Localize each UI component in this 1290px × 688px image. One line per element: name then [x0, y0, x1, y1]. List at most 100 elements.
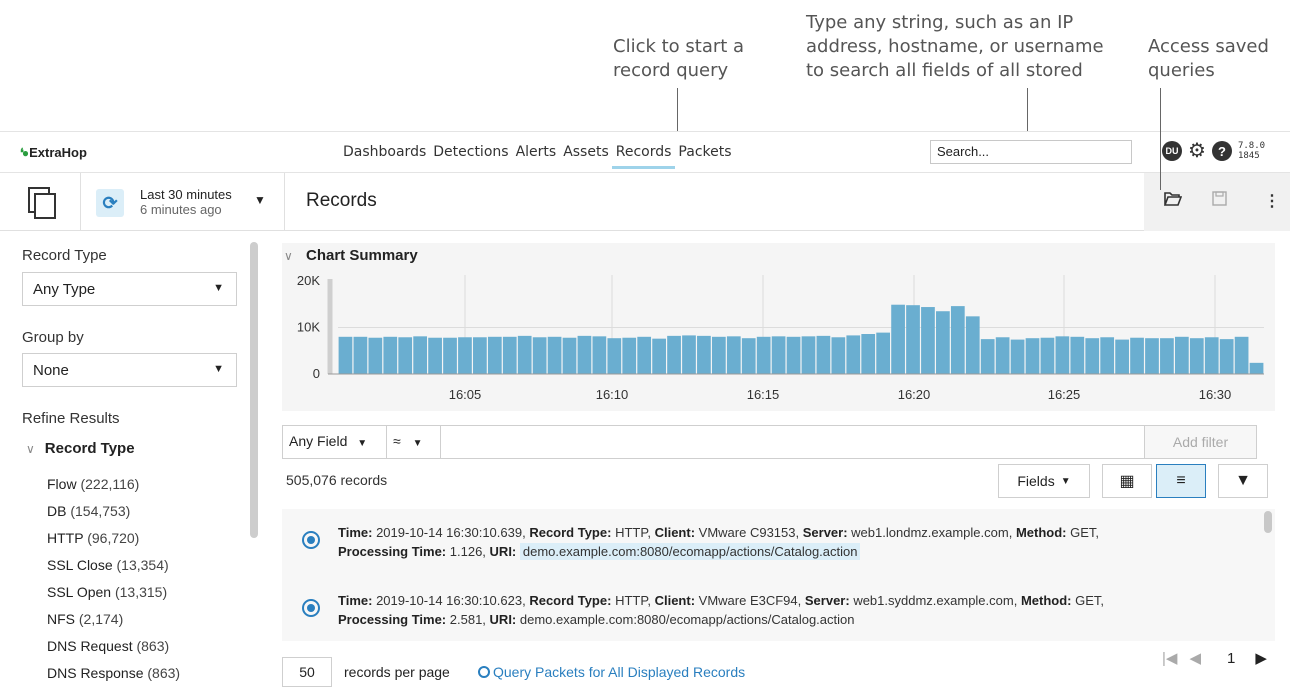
records-scrollbar[interactable] [1264, 511, 1272, 533]
version-label: 7.8.0 1845 [1238, 141, 1265, 161]
refine-record-type-header[interactable]: ∨ Record Type [26, 440, 135, 457]
list-item[interactable]: DNS Request (863) [47, 633, 180, 660]
refresh-icon[interactable]: ⟳ [96, 189, 124, 217]
chart-bar [562, 337, 577, 374]
table-view-icon[interactable]: ▦ [1102, 464, 1152, 498]
chart-bar [936, 311, 950, 374]
copy-page-icon[interactable] [28, 187, 56, 219]
field-label: URI: [489, 544, 517, 559]
field-label: Time: [338, 593, 373, 608]
chart-bar [517, 335, 532, 374]
list-view-icon[interactable]: ≡ [1156, 464, 1206, 498]
time-range-label[interactable]: Last 30 minutes [140, 187, 232, 202]
nav-records[interactable]: Records [611, 144, 676, 169]
chart-bar [861, 334, 876, 374]
chart-y-tick-label: 10K [297, 320, 320, 335]
uri-link[interactable]: demo.example.com:8080/ecomapp/actions/Ca… [519, 543, 861, 560]
chart-bar [741, 338, 756, 374]
fields-button[interactable]: Fields ▼ [998, 464, 1090, 498]
list-item[interactable]: NFS (2,174) [47, 606, 180, 633]
top-navigation: ❛● ExtraHop Dashboards Detections Alerts… [0, 131, 1290, 173]
list-item[interactable]: HTTP (96,720) [47, 525, 180, 552]
field-label: Client: [654, 593, 696, 608]
operator-select[interactable]: ≈ ▼ [387, 426, 441, 458]
field-value: VMware C93153, [698, 525, 800, 540]
more-menu-icon[interactable]: ⋮ [1264, 191, 1280, 211]
refine-results-label: Refine Results [22, 410, 120, 427]
records-list: Time: 2019-10-14 16:30:10.639, Record Ty… [282, 509, 1275, 641]
chart-y-tick-label: 20K [297, 273, 320, 288]
chart-bar [682, 335, 696, 374]
field-label: Method: [1015, 525, 1067, 540]
nav-dashboards[interactable]: Dashboards [343, 144, 426, 169]
pagination-bar: 50 records per page Query Packets for Al… [282, 641, 1275, 688]
chart-x-tick-label: 16:25 [1048, 387, 1081, 402]
chart-bar [428, 337, 442, 374]
refine-group-label: Record Type [44, 440, 135, 457]
uri-link[interactable]: demo.example.com:8080/ecomapp/actions/Ca… [520, 612, 855, 627]
add-filter-button[interactable]: Add filter [1144, 426, 1256, 458]
global-search-input[interactable]: Search... [930, 140, 1132, 164]
nav-icons: DU ⚙ ? 7.8.0 1845 [1162, 141, 1265, 161]
chart-summary-toggle[interactable]: ∨ Chart Summary [284, 247, 418, 264]
gear-icon[interactable]: ⚙ [1188, 141, 1206, 161]
field-value: HTTP, [615, 593, 651, 608]
extrahop-logo-icon: ❛● [20, 145, 29, 160]
open-folder-icon[interactable] [1163, 191, 1183, 212]
filter-icon[interactable]: ▼ [1218, 464, 1268, 498]
list-item[interactable]: SSL Close (13,354) [47, 552, 180, 579]
item-name: DNS Response [47, 665, 144, 681]
list-item[interactable]: DB (154,753) [47, 498, 180, 525]
field-select-value: Any Field [289, 433, 348, 449]
chart-bar [1070, 336, 1085, 374]
chart-bar [398, 337, 413, 374]
record-select-icon[interactable] [302, 599, 320, 617]
toolbar-divider [284, 173, 285, 231]
callout-line-text: record query [613, 60, 729, 81]
nav-alerts[interactable]: Alerts [516, 144, 557, 169]
next-page-icon[interactable]: ▶ [1255, 649, 1267, 667]
record-type-list: Flow (222,116) DB (154,753) HTTP (96,720… [47, 471, 180, 687]
list-item[interactable]: Flow (222,116) [47, 471, 180, 498]
chart-summary-svg: 20K 10K 0 16:05 16:10 16:15 16:20 16:25 16:30 [297, 273, 1264, 402]
record-select-icon[interactable] [302, 531, 320, 549]
logo-text: ExtraHop [29, 145, 87, 160]
fields-label: Fields [1017, 473, 1055, 489]
list-item[interactable]: SSL Open (13,315) [47, 579, 180, 606]
per-page-input[interactable]: 50 [282, 657, 332, 687]
nav-assets[interactable]: Assets [563, 144, 609, 169]
sidebar-scrollbar[interactable] [250, 242, 258, 538]
logo[interactable]: ❛● ExtraHop [20, 145, 87, 160]
save-icon[interactable] [1212, 191, 1227, 211]
chart-bar [1040, 337, 1055, 374]
pager: |◀ ◀ 1 ▶ [1162, 649, 1267, 668]
nav-detections[interactable]: Detections [433, 144, 508, 169]
item-count: (863) [136, 638, 170, 654]
prev-page-icon[interactable]: ◀ [1189, 649, 1201, 667]
chart-x-tick-label: 16:20 [898, 387, 931, 402]
filter-value-input[interactable] [441, 426, 1141, 458]
help-icon[interactable]: ? [1211, 141, 1232, 161]
current-page: 1 [1226, 649, 1236, 667]
first-page-icon[interactable]: |◀ [1162, 649, 1177, 667]
group-by-select[interactable]: None ▼ [22, 353, 237, 387]
record-type-select[interactable]: Any Type ▼ [22, 272, 237, 306]
item-count: (13,315) [114, 584, 168, 600]
chevron-down-icon: ▼ [213, 282, 224, 294]
field-select[interactable]: Any Field ▼ [283, 426, 387, 458]
chart-bar [1085, 338, 1100, 374]
chart-bar [756, 336, 771, 374]
nav-packets[interactable]: Packets [678, 144, 731, 169]
chevron-down-icon[interactable]: ▼ [254, 193, 266, 207]
query-packets-link[interactable]: Query Packets for All Displayed Records [478, 664, 745, 680]
chart-bar [592, 336, 607, 374]
item-name: HTTP [47, 530, 84, 546]
item-count: (13,354) [116, 557, 169, 573]
time-range-sub: 6 minutes ago [140, 202, 222, 217]
user-avatar[interactable]: DU [1162, 141, 1182, 161]
chart-bar [1204, 337, 1219, 374]
list-item[interactable]: DNS Response (863) [47, 660, 180, 687]
chart-bar [1130, 337, 1144, 374]
chart-bar [458, 337, 472, 374]
chart-bar [1115, 339, 1129, 374]
